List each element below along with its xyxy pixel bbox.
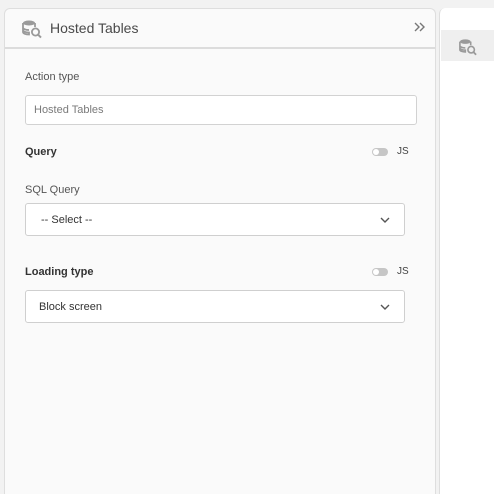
panel-header: Hosted Tables xyxy=(5,9,435,49)
double-chevron-right-icon[interactable] xyxy=(413,20,427,34)
action-type-field[interactable]: Hosted Tables xyxy=(25,95,417,125)
database-search-icon xyxy=(22,20,42,39)
hosted-tables-panel: Hosted Tables Action type Hosted Tables … xyxy=(4,8,436,494)
sql-query-label: SQL Query xyxy=(25,184,80,196)
database-search-icon xyxy=(459,39,477,56)
loading-js-label: JS xyxy=(397,266,409,277)
toggle-knob xyxy=(373,268,379,275)
loading-js-toggle-group: JS xyxy=(372,266,409,277)
loading-type-label: Loading type xyxy=(25,266,94,278)
query-js-label: JS xyxy=(397,146,409,157)
query-js-toggle[interactable] xyxy=(372,147,388,156)
query-section-label: Query xyxy=(25,146,57,158)
loading-type-select[interactable]: Block screen xyxy=(25,290,405,323)
side-panel-tab[interactable] xyxy=(441,30,494,61)
sql-query-value: -- Select -- xyxy=(41,214,93,226)
loading-type-value: Block screen xyxy=(39,301,102,313)
query-js-toggle-group: JS xyxy=(372,146,409,157)
toggle-knob xyxy=(373,148,379,155)
chevron-down-icon xyxy=(380,304,390,310)
page-title: Hosted Tables xyxy=(50,20,139,36)
side-panel xyxy=(439,8,494,494)
action-type-label: Action type xyxy=(25,71,80,83)
loading-js-toggle[interactable] xyxy=(372,267,388,276)
sql-query-select[interactable]: -- Select -- xyxy=(25,203,405,236)
chevron-down-icon xyxy=(380,217,390,223)
